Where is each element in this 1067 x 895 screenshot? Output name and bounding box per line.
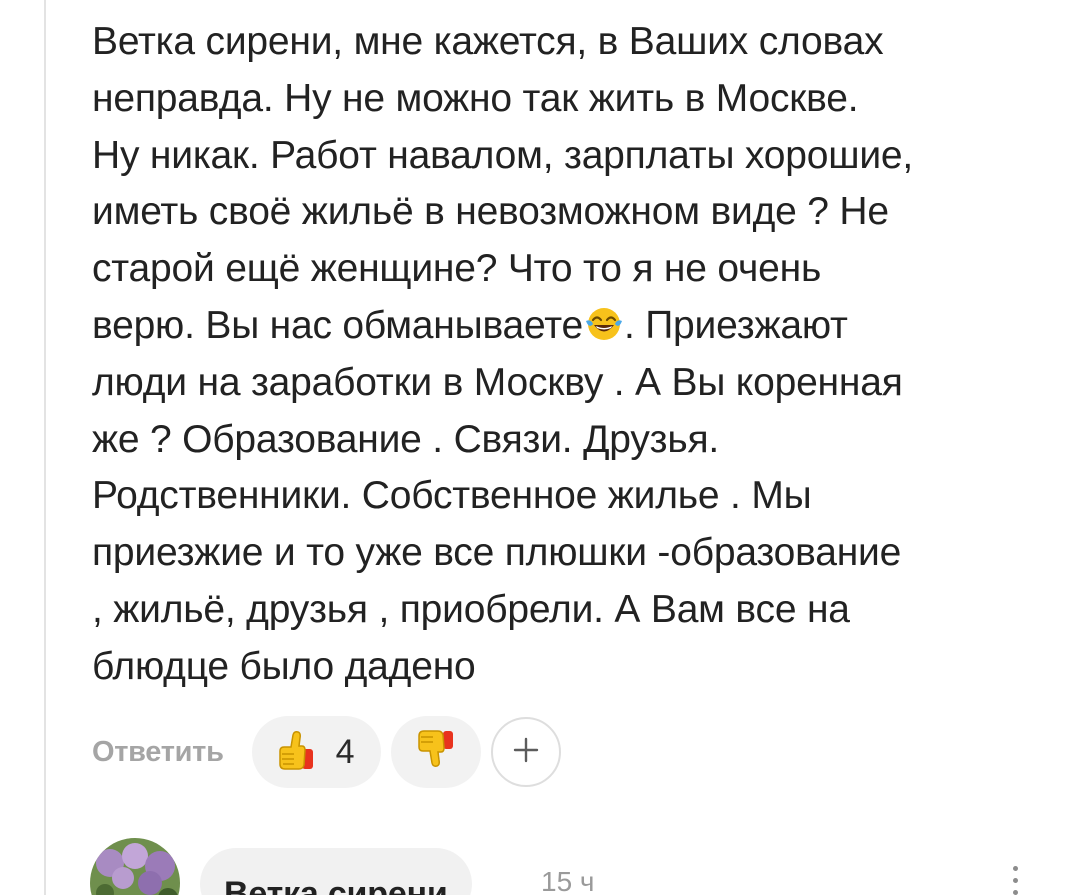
reply-button[interactable]: Ответить — [92, 736, 224, 769]
thumbs-up-icon — [274, 727, 320, 778]
avatar[interactable] — [90, 838, 180, 895]
more-vertical-icon[interactable] — [1006, 860, 1026, 895]
comment-line: верю. Вы нас обманываете . Приезжают — [92, 298, 1052, 355]
add-reaction-button[interactable] — [490, 717, 561, 787]
comment-line: , жильё, друзья , приобрели. А Вам все н… — [92, 587, 850, 631]
comment-line-part: . Приезжают — [623, 303, 848, 347]
comment-line: Ну никак. Работ навалом, зарплаты хороши… — [92, 133, 914, 177]
comment-timestamp: 15 ч — [541, 866, 595, 895]
comment-line-part: верю. Вы нас обманываете — [92, 303, 583, 347]
thumbs-down-icon — [413, 727, 459, 778]
comment-line: старой ещё женщине? Что то я не очень — [92, 247, 822, 291]
comment-line: люди на заработки в Москву . А Вы коренн… — [92, 360, 903, 404]
comment-line: Родственники. Собственное жилье . Мы — [92, 474, 812, 518]
comment-line: блюдце было дадено — [92, 644, 476, 688]
author-name-pill[interactable]: Ветка сирени — [200, 848, 472, 895]
comment-line: неправда. Ну не можно так жить в Москве. — [92, 76, 859, 120]
like-button[interactable]: 4 — [251, 716, 381, 788]
tears-of-joy-emoji-icon — [584, 304, 624, 344]
comment-line: приезжие и то уже все плюшки -образовани… — [92, 531, 902, 575]
comment-body: Ветка сирени, мне кажется, в Ваших слова… — [92, 14, 1052, 696]
thread-line — [44, 0, 46, 895]
comment-line: Ветка сирени, мне кажется, в Ваших слова… — [92, 20, 884, 63]
dislike-button[interactable] — [390, 716, 481, 788]
comment-line: иметь своё жильё в невозможном виде ? Не — [92, 190, 889, 234]
comment-line: же ? Образование . Связи. Друзья. — [92, 417, 719, 461]
plus-icon — [512, 736, 540, 769]
author-name: Ветка сирени — [224, 874, 448, 895]
like-count: 4 — [335, 732, 355, 771]
comment-actions: Ответить 4 — [92, 716, 561, 788]
